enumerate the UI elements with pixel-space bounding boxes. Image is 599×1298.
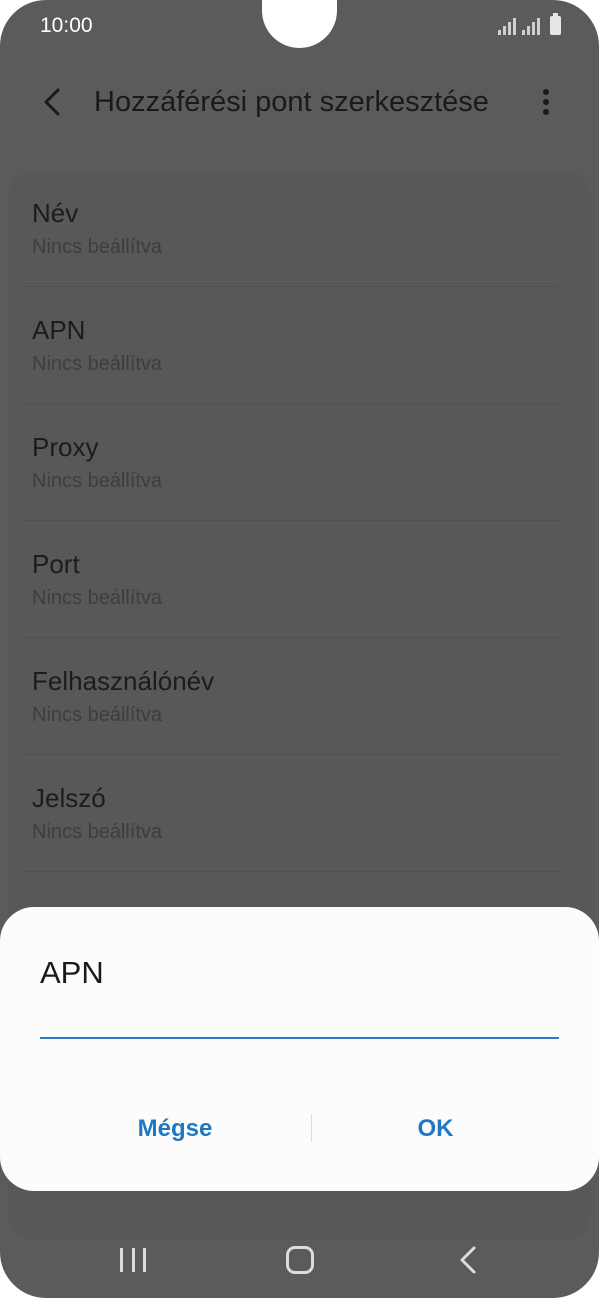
- apn-input[interactable]: [40, 1007, 559, 1039]
- setting-row-apn[interactable]: APN Nincs beállítva: [32, 287, 562, 404]
- setting-value: Nincs beállítva: [32, 236, 163, 258]
- phone-screen: 10:00 Hozzáférési pont szerkesztése Név …: [0, 0, 599, 1298]
- status-time: 10:00: [40, 14, 93, 37]
- setting-value: Nincs beállítva: [32, 587, 163, 609]
- ok-button[interactable]: OK: [312, 1097, 559, 1161]
- navigation-bar: [0, 1226, 599, 1298]
- setting-row-name[interactable]: Név Nincs beállítva: [32, 170, 562, 287]
- setting-value: Nincs beállítva: [32, 470, 163, 492]
- nav-back-icon[interactable]: [456, 1244, 480, 1276]
- setting-value: Nincs beállítva: [32, 704, 163, 726]
- back-chevron-icon[interactable]: [40, 86, 68, 118]
- battery-icon: [550, 13, 561, 35]
- page-title: Hozzáférési pont szerkesztése: [94, 86, 489, 118]
- setting-label: Port: [32, 549, 80, 579]
- setting-label: APN: [32, 315, 86, 345]
- status-icons: [498, 13, 561, 35]
- signal-icon: [498, 17, 516, 35]
- setting-value: Nincs beállítva: [32, 821, 163, 843]
- setting-label: Proxy: [32, 432, 99, 462]
- setting-row-username[interactable]: Felhasználónév Nincs beállítva: [32, 638, 562, 755]
- cancel-button[interactable]: Mégse: [40, 1097, 310, 1161]
- signal-icon-2: [522, 17, 540, 35]
- recent-apps-icon[interactable]: [120, 1248, 146, 1272]
- setting-label: Felhasználónév: [32, 666, 215, 696]
- more-vertical-icon[interactable]: [536, 86, 556, 118]
- camera-notch: [262, 0, 337, 48]
- setting-row-password[interactable]: Jelszó Nincs beállítva: [32, 755, 562, 872]
- setting-row-proxy[interactable]: Proxy Nincs beállítva: [32, 404, 562, 521]
- apn-dialog: APN Mégse OK: [0, 907, 599, 1191]
- setting-label: Név: [32, 198, 79, 228]
- setting-label: Jelszó: [32, 783, 106, 813]
- divider: [24, 871, 559, 872]
- dialog-title: APN: [40, 955, 104, 990]
- setting-value: Nincs beállítva: [32, 353, 163, 375]
- home-icon[interactable]: [286, 1246, 314, 1274]
- setting-row-port[interactable]: Port Nincs beállítva: [32, 521, 562, 638]
